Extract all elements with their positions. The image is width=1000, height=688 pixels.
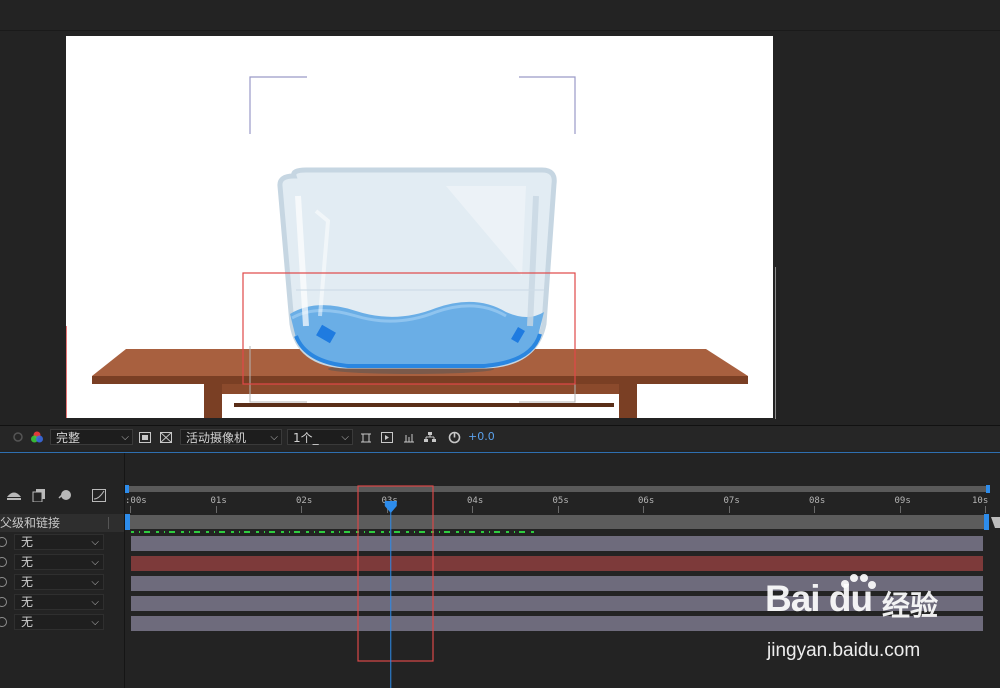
parent-link-header-label: 父级和链接 — [0, 516, 61, 530]
frame-blending-icon[interactable] — [32, 489, 46, 502]
parent-value: 无 — [21, 575, 34, 589]
transparency-grid-icon[interactable] — [160, 432, 172, 443]
timeline-end-marker — [991, 517, 1000, 528]
chevron-down-icon: ⌵ — [270, 432, 278, 443]
views-dropdown[interactable]: 1个_ ⌵ — [287, 429, 353, 445]
camera-value: 活动摄像机 — [186, 431, 247, 445]
glass-bowl-graphic — [277, 167, 557, 369]
chevron-down-icon: ⌵ — [91, 557, 99, 568]
layer-list-panel: 父级和链接 无 ⌵ 无 ⌵ 无 ⌵ 无 ⌵ 无 ⌵ — [0, 453, 125, 688]
parent-value: 无 — [21, 615, 34, 629]
parent-dropdown[interactable]: 无 ⌵ — [14, 594, 104, 610]
scene-artwork — [66, 76, 748, 418]
pick-whip-icon[interactable] — [0, 577, 7, 587]
pick-whip-icon[interactable] — [0, 557, 7, 567]
viewer-toolbar: 完整 ⌵ 活动摄像机 ⌵ 1个_ ⌵ +0.0 — [0, 425, 1000, 450]
column-divider — [108, 517, 109, 529]
parent-dropdown[interactable]: 无 ⌵ — [14, 574, 104, 590]
layer-row: 无 ⌵ — [0, 593, 124, 612]
graph-editor-icon[interactable] — [92, 489, 106, 502]
current-time-indicator[interactable] — [384, 501, 397, 513]
chevron-down-icon: ⌵ — [91, 577, 99, 588]
pick-whip-icon[interactable] — [0, 537, 7, 547]
timeline-toggle-icon[interactable] — [403, 432, 415, 443]
parent-link-column-header: 父级和链接 — [0, 514, 124, 532]
motion-blur-icon[interactable] — [58, 489, 72, 502]
shy-layers-icon[interactable] — [6, 489, 22, 502]
viewer-guide-line — [775, 267, 776, 419]
snapshot-icon[interactable] — [12, 431, 24, 443]
chevron-down-icon: ⌵ — [91, 597, 99, 608]
fast-preview-icon[interactable] — [381, 432, 393, 443]
layer-row: 无 ⌵ — [0, 573, 124, 592]
region-of-interest-icon[interactable] — [139, 432, 151, 443]
resolution-value: 完整 — [56, 431, 81, 445]
parent-value: 无 — [21, 555, 34, 569]
parent-dropdown[interactable]: 无 ⌵ — [14, 554, 104, 570]
parent-value: 无 — [21, 595, 34, 609]
paw-logo-icon — [841, 574, 876, 589]
chevron-down-icon: ⌵ — [121, 432, 129, 443]
channels-icon[interactable] — [30, 430, 44, 444]
flowchart-icon[interactable] — [424, 432, 436, 443]
parent-value: 无 — [21, 535, 34, 549]
safe-margin-guides — [249, 76, 576, 134]
parent-dropdown[interactable]: 无 ⌵ — [14, 614, 104, 630]
chevron-down-icon: ⌵ — [341, 432, 349, 443]
baidu-jingyan-watermark: Bai du 经验 jingyan.baidu.com — [765, 574, 995, 668]
composition-canvas[interactable] — [66, 36, 773, 418]
pixel-aspect-icon[interactable] — [360, 432, 372, 443]
timeline-annotation-rectangle — [357, 485, 434, 662]
watermark-brand-cn: 经验 — [882, 589, 939, 622]
composition-viewer[interactable] — [0, 31, 1000, 424]
chevron-down-icon: ⌵ — [91, 617, 99, 628]
views-value: 1个_ — [293, 431, 319, 445]
chevron-down-icon: ⌵ — [91, 537, 99, 548]
pick-whip-icon[interactable] — [0, 597, 7, 607]
exposure-value[interactable]: +0.0 — [468, 430, 495, 443]
layer-row: 无 ⌵ — [0, 613, 124, 632]
top-panel-bar — [0, 0, 1000, 31]
reset-exposure-icon[interactable] — [448, 431, 461, 444]
layer-row: 无 ⌵ — [0, 533, 124, 552]
parent-dropdown[interactable]: 无 ⌵ — [14, 534, 104, 550]
layer-row: 无 ⌵ — [0, 553, 124, 572]
pick-whip-icon[interactable] — [0, 617, 7, 627]
watermark-url: jingyan.baidu.com — [767, 640, 921, 661]
camera-dropdown[interactable]: 活动摄像机 ⌵ — [180, 429, 282, 445]
resolution-dropdown[interactable]: 完整 ⌵ — [50, 429, 133, 445]
